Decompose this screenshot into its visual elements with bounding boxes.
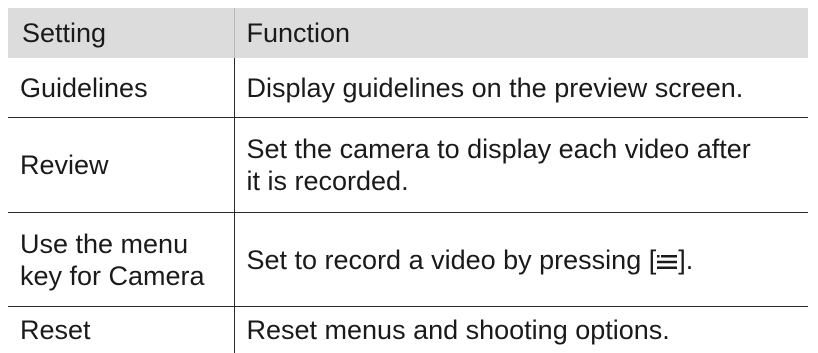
- table-header: Setting Function: [8, 8, 808, 58]
- table-row: Guidelines Display guidelines on the pre…: [8, 58, 808, 118]
- table-body: Guidelines Display guidelines on the pre…: [8, 58, 808, 353]
- table-row: Use the menu key for Camera Set to recor…: [8, 213, 808, 307]
- setting-name-line: key for Camera: [20, 260, 222, 292]
- setting-name: Reset: [8, 307, 234, 353]
- setting-function: Reset menus and shooting options.: [234, 307, 808, 353]
- function-line: it is recorded.: [247, 165, 797, 197]
- table-row: Reset Reset menus and shooting options.: [8, 307, 808, 353]
- setting-function: Set the camera to display each video aft…: [234, 118, 808, 213]
- table-row: Review Set the camera to display each vi…: [8, 118, 808, 213]
- settings-table: Setting Function Guidelines Display guid…: [8, 8, 808, 353]
- header-function: Function: [234, 8, 808, 58]
- header-setting: Setting: [8, 8, 234, 58]
- setting-name: Guidelines: [8, 58, 234, 118]
- function-text: ].: [678, 245, 693, 275]
- setting-name: Review: [8, 118, 234, 213]
- setting-name-line: Use the menu: [20, 228, 222, 260]
- function-line: Set the camera to display each video aft…: [247, 133, 797, 165]
- header-row: Setting Function: [8, 8, 808, 58]
- setting-name: Use the menu key for Camera: [8, 213, 234, 307]
- function-text: Set to record a video by pressing [: [247, 245, 657, 275]
- menu-key-icon: [657, 254, 677, 270]
- setting-function: Display guidelines on the preview screen…: [234, 58, 808, 118]
- setting-function: Set to record a video by pressing [].: [234, 213, 808, 307]
